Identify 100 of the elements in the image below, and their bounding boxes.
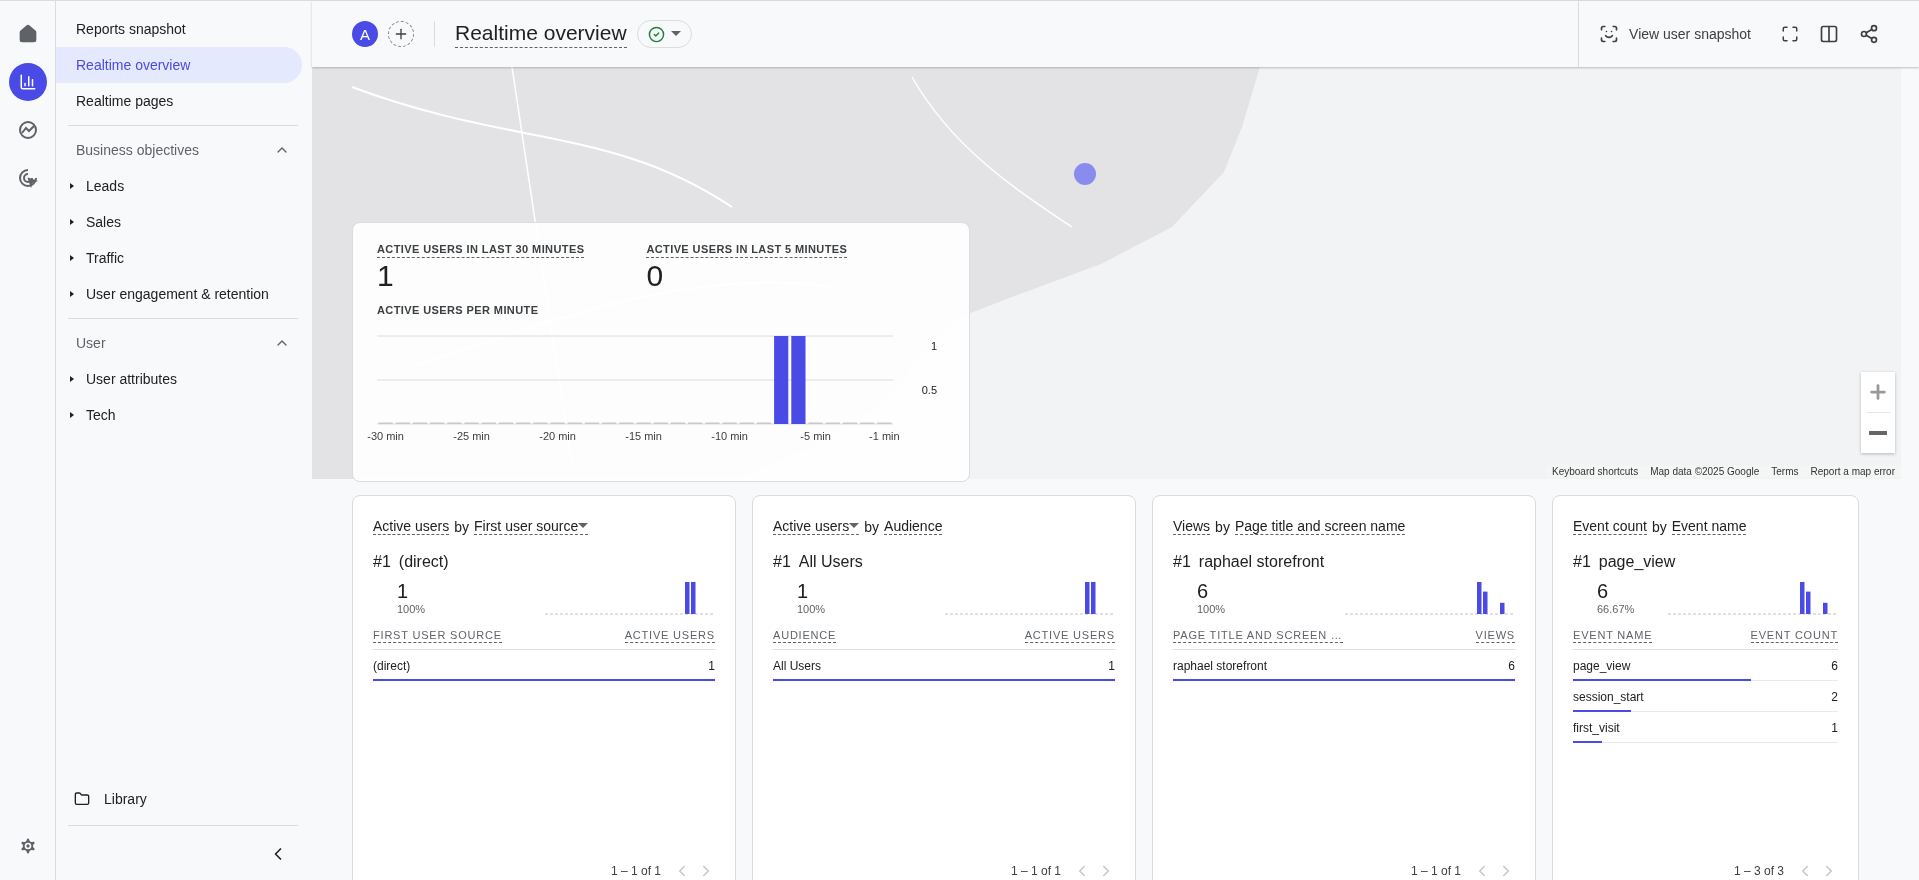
table-cell: 1 xyxy=(1108,659,1115,673)
top-item-value: 6 xyxy=(1197,579,1210,603)
plus-icon xyxy=(1867,381,1889,403)
section-header[interactable]: User xyxy=(56,325,302,361)
top-item-value: 6 xyxy=(1597,579,1610,603)
check-circle-icon xyxy=(647,25,665,43)
rank: #1 xyxy=(373,553,391,571)
metric-label: ACTIVE USERS IN LAST 5 MINUTES xyxy=(646,243,848,258)
sidebar-item[interactable]: User attributes xyxy=(56,361,302,397)
table-cell: 6 xyxy=(1831,659,1838,673)
sidebar-item[interactable]: Reports snapshot xyxy=(56,11,302,47)
column-header: ACTIVE USERS xyxy=(1024,629,1115,643)
dimension-picker[interactable]: Event name xyxy=(1671,518,1747,535)
table-cell: 1 xyxy=(1831,721,1838,735)
axis-label: -10 min xyxy=(711,430,748,442)
map-link[interactable]: Terms xyxy=(1765,466,1805,477)
top-item-name: All Users xyxy=(798,553,863,571)
column-header: PAGE TITLE AND SCREEN … xyxy=(1173,629,1343,643)
top-item-name: (direct) xyxy=(398,553,449,571)
title-joiner: by xyxy=(1215,518,1230,535)
caret-icon xyxy=(578,523,589,529)
title-joiner: by xyxy=(1651,518,1667,535)
avatar[interactable]: A xyxy=(352,21,378,47)
title-joiner: by xyxy=(864,518,880,535)
axis-label: -20 min xyxy=(539,430,576,442)
item-label: Sales xyxy=(86,214,122,230)
folder-icon xyxy=(74,791,90,807)
table-cell: page_view xyxy=(1573,659,1631,673)
target-cursor-icon xyxy=(17,168,38,188)
dimension-picker[interactable]: Page title and screen name xyxy=(1234,518,1406,535)
share-icon xyxy=(1859,24,1879,44)
bar-chart-icon xyxy=(18,73,37,91)
column-header: AUDIENCE xyxy=(773,629,837,643)
axis-label: -30 min xyxy=(367,430,404,442)
columns-icon xyxy=(1819,24,1839,44)
pagination-label: 1 – 1 of 1 xyxy=(1010,864,1061,878)
table-cell: (direct) xyxy=(373,659,411,673)
pagination-label: 1 – 1 of 1 xyxy=(1410,864,1461,878)
view-user-snapshot-button[interactable]: View user snapshot xyxy=(1593,20,1757,48)
home-icon xyxy=(17,24,38,44)
map-link[interactable]: Map data ©2025 Google xyxy=(1644,466,1766,477)
metric-picker[interactable]: Views xyxy=(1173,518,1211,535)
section-title: User xyxy=(76,335,106,351)
top-item-name: page_view xyxy=(1598,553,1676,571)
sidebar-item[interactable]: Realtime overview xyxy=(56,47,302,83)
item-label: User attributes xyxy=(86,371,178,387)
axis-label: -5 min xyxy=(800,430,831,442)
item-label: Traffic xyxy=(86,250,125,266)
axis-label: 0.5 xyxy=(921,384,937,396)
item-label: Tech xyxy=(86,407,116,423)
section-header[interactable]: Business objectives xyxy=(56,132,302,168)
sidebar-item[interactable]: User engagement & retention xyxy=(56,276,302,312)
metric-picker[interactable]: Event count xyxy=(1573,518,1647,535)
sidebar-item[interactable]: Sales xyxy=(56,204,302,240)
metric-picker[interactable]: Active users xyxy=(773,518,860,535)
top-item-value: 1 xyxy=(397,579,410,603)
column-header: FIRST USER SOURCE xyxy=(373,629,502,643)
scan-face-icon xyxy=(1599,24,1620,44)
chart-title: ACTIVE USERS PER MINUTE xyxy=(377,304,539,316)
nav-rail-button[interactable] xyxy=(8,63,47,101)
map-link[interactable]: Keyboard shortcuts xyxy=(1546,466,1645,477)
column-header: EVENT COUNT xyxy=(1750,629,1838,643)
top-item-name: raphael storefront xyxy=(1198,553,1325,571)
fullscreen-icon xyxy=(1781,25,1799,43)
map-link[interactable]: Report a map error xyxy=(1804,466,1901,477)
column-header: VIEWS xyxy=(1475,629,1515,643)
dimension-picker[interactable]: Audience xyxy=(884,518,943,535)
table-cell: 2 xyxy=(1831,690,1838,704)
metric-label: ACTIVE USERS IN LAST 30 MINUTES xyxy=(377,243,585,258)
table-cell: 6 xyxy=(1508,659,1515,673)
rank: #1 xyxy=(1173,553,1191,571)
page-title: Realtime overview xyxy=(455,20,627,48)
item-label: User engagement & retention xyxy=(86,286,269,302)
table-cell: All Users xyxy=(773,659,821,673)
top-item-share: 100% xyxy=(1197,603,1226,615)
pagination-label: 1 – 1 of 1 xyxy=(610,864,661,878)
dimension-picker[interactable]: First user source xyxy=(474,518,589,535)
sidebar-item[interactable]: Realtime pages xyxy=(56,83,302,119)
top-item-share: 100% xyxy=(797,603,826,615)
metric-picker[interactable]: Active users xyxy=(373,518,450,535)
column-header: ACTIVE USERS xyxy=(624,629,715,643)
trend-circle-icon xyxy=(17,120,38,140)
top-item-value: 1 xyxy=(797,579,810,603)
axis-label: 1 xyxy=(930,340,937,352)
metric-value: 0 xyxy=(646,258,664,294)
table-cell: session_start xyxy=(1573,690,1644,704)
table-cell: first_visit xyxy=(1573,721,1620,735)
library-item[interactable]: Library xyxy=(56,779,302,819)
sidebar-item[interactable]: Traffic xyxy=(56,240,302,276)
sidebar-item[interactable]: Leads xyxy=(56,168,302,204)
pagination-label: 1 – 3 of 3 xyxy=(1733,864,1784,878)
sidebar-item[interactable]: Tech xyxy=(56,397,302,433)
rank: #1 xyxy=(773,553,791,571)
item-label: Leads xyxy=(86,178,125,194)
minus-icon xyxy=(1869,431,1887,435)
metric-value: 1 xyxy=(377,258,394,294)
top-item-share: 100% xyxy=(397,603,426,615)
rank: #1 xyxy=(1573,553,1591,571)
column-header: EVENT NAME xyxy=(1573,629,1653,643)
axis-label: -1 min xyxy=(869,430,900,442)
